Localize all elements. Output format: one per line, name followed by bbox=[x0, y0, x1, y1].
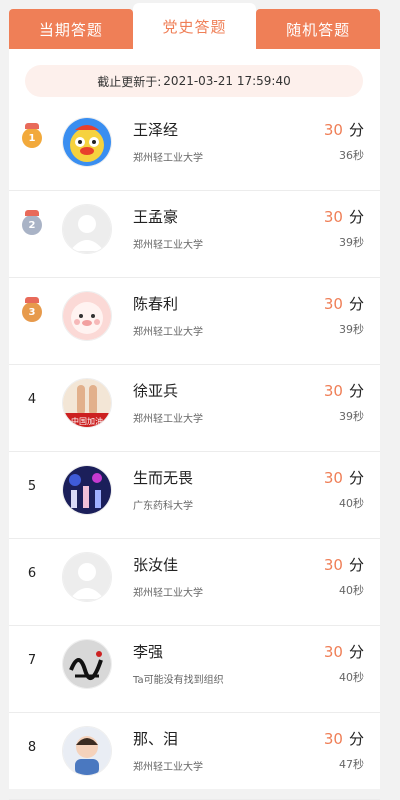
user-school: 郑州轻工业大学 bbox=[133, 240, 203, 251]
rank-indicator: 6 bbox=[19, 560, 45, 586]
user-name: 王泽经 bbox=[133, 121, 179, 139]
user-school: 郑州轻工业大学 bbox=[133, 762, 203, 773]
score: 30 分 bbox=[324, 728, 364, 749]
user-name: 李强 bbox=[133, 643, 164, 661]
rank-number: 3 bbox=[28, 306, 36, 318]
avatar[interactable] bbox=[62, 204, 112, 254]
answer-time: 47秒 bbox=[339, 758, 364, 771]
avatar[interactable] bbox=[62, 639, 112, 689]
score: 30 分 bbox=[324, 641, 364, 662]
rank-indicator: 3 bbox=[19, 297, 45, 325]
rank-indicator: 2 bbox=[19, 210, 45, 238]
score: 30 分 bbox=[324, 554, 364, 575]
ranking-row[interactable]: 6 张汝佳 郑州轻工业大学 30 分 40秒 bbox=[9, 539, 380, 626]
avatar[interactable] bbox=[62, 465, 112, 515]
avatar[interactable] bbox=[62, 291, 112, 341]
ranking-panel: 截止更新于: 2021-03-21 17:59:40 1 王泽经 郑州轻工业大学… bbox=[9, 49, 380, 800]
ranking-row[interactable]: 8 那、泪 郑州轻工业大学 30 分 47秒 bbox=[9, 713, 380, 800]
answer-time: 39秒 bbox=[339, 410, 364, 423]
avatar[interactable] bbox=[62, 117, 112, 167]
user-school: Ta可能没有找到组织 bbox=[133, 675, 224, 686]
answer-time: 40秒 bbox=[339, 497, 364, 510]
ranking-row[interactable]: 5 生而无畏 广东药科大学 30 分 40秒 bbox=[9, 452, 380, 539]
score-unit: 分 bbox=[348, 556, 364, 574]
svg-text:中国加油: 中国加油 bbox=[71, 416, 103, 426]
rank-indicator: 4 bbox=[19, 386, 45, 412]
score: 30 分 bbox=[324, 293, 364, 314]
score-unit: 分 bbox=[348, 469, 364, 487]
user-school: 郑州轻工业大学 bbox=[133, 588, 203, 599]
user-school: 郑州轻工业大学 bbox=[133, 414, 203, 425]
score-unit: 分 bbox=[348, 382, 364, 400]
ranking-row[interactable]: 3 陈春利 郑州轻工业大学 30 分 39秒 bbox=[9, 278, 380, 365]
rank-number: 2 bbox=[28, 219, 36, 231]
answer-time: 39秒 bbox=[339, 323, 364, 336]
rank-number: 1 bbox=[28, 132, 36, 144]
score: 30 分 bbox=[324, 380, 364, 401]
score-unit: 分 bbox=[348, 295, 364, 313]
user-school: 广东药科大学 bbox=[133, 501, 193, 512]
score-value: 30 bbox=[323, 208, 343, 226]
user-name: 王孟豪 bbox=[133, 208, 179, 226]
ranking-row[interactable]: 4 中国加油 徐亚兵 郑州轻工业大学 30 分 39秒 bbox=[9, 365, 380, 452]
score-value: 30 bbox=[323, 469, 343, 487]
silver-medal-icon: 2 bbox=[22, 210, 42, 235]
tab-party-history-quiz[interactable]: 党史答题 bbox=[132, 3, 257, 49]
user-name: 陈春利 bbox=[133, 295, 179, 313]
rank-indicator: 1 bbox=[19, 123, 45, 151]
user-name: 徐亚兵 bbox=[133, 382, 179, 400]
answer-time: 40秒 bbox=[339, 671, 364, 684]
answer-time: 40秒 bbox=[339, 584, 364, 597]
rank-number: 5 bbox=[27, 478, 37, 494]
score-value: 30 bbox=[323, 643, 343, 661]
score: 30 分 bbox=[324, 467, 364, 488]
score-value: 30 bbox=[323, 121, 343, 139]
user-school: 郑州轻工业大学 bbox=[133, 153, 203, 164]
avatar[interactable] bbox=[62, 726, 112, 776]
rank-number: 6 bbox=[27, 565, 37, 581]
score-unit: 分 bbox=[348, 643, 364, 661]
score: 30 分 bbox=[324, 119, 364, 140]
tab-random-quiz[interactable]: 随机答题 bbox=[256, 9, 381, 49]
score-value: 30 bbox=[323, 556, 343, 574]
score-unit: 分 bbox=[348, 730, 364, 748]
answer-time: 36秒 bbox=[339, 149, 364, 162]
update-label: 截止更新于: bbox=[97, 74, 162, 89]
score-unit: 分 bbox=[348, 208, 364, 226]
rank-number: 4 bbox=[27, 391, 37, 407]
ranking-row[interactable]: 1 王泽经 郑州轻工业大学 30 分 36秒 bbox=[9, 104, 380, 191]
rank-indicator: 8 bbox=[19, 734, 45, 760]
ranking-row[interactable]: 2 王孟豪 郑州轻工业大学 30 分 39秒 bbox=[9, 191, 380, 278]
rank-indicator: 5 bbox=[19, 473, 45, 499]
ranking-list: 1 王泽经 郑州轻工业大学 30 分 36秒 2 王孟豪 郑州轻工业大学 30 分 … bbox=[9, 104, 380, 800]
score-value: 30 bbox=[323, 295, 343, 313]
tab-current-quiz[interactable]: 当期答题 bbox=[9, 9, 133, 49]
avatar[interactable]: 中国加油 bbox=[62, 378, 112, 428]
update-time: 2021-03-21 17:59:40 bbox=[163, 74, 291, 88]
user-school: 郑州轻工业大学 bbox=[133, 327, 203, 338]
score-value: 30 bbox=[323, 730, 343, 748]
answer-time: 39秒 bbox=[339, 236, 364, 249]
ranking-row[interactable]: 7 李强 Ta可能没有找到组织 30 分 40秒 bbox=[9, 626, 380, 713]
user-name: 那、泪 bbox=[133, 730, 179, 748]
rank-indicator: 7 bbox=[19, 647, 45, 673]
tab-bar: 当期答题 党史答题 随机答题 bbox=[9, 3, 381, 49]
avatar[interactable] bbox=[62, 552, 112, 602]
bronze-medal-icon: 3 bbox=[22, 297, 42, 322]
score-unit: 分 bbox=[348, 121, 364, 139]
user-name: 张汝佳 bbox=[133, 556, 179, 574]
score-value: 30 bbox=[323, 382, 343, 400]
rank-number: 7 bbox=[27, 652, 37, 668]
rank-number: 8 bbox=[27, 739, 37, 755]
update-time-banner: 截止更新于: 2021-03-21 17:59:40 bbox=[25, 65, 363, 97]
gold-medal-icon: 1 bbox=[22, 123, 42, 148]
user-name: 生而无畏 bbox=[133, 469, 194, 487]
score: 30 分 bbox=[324, 206, 364, 227]
